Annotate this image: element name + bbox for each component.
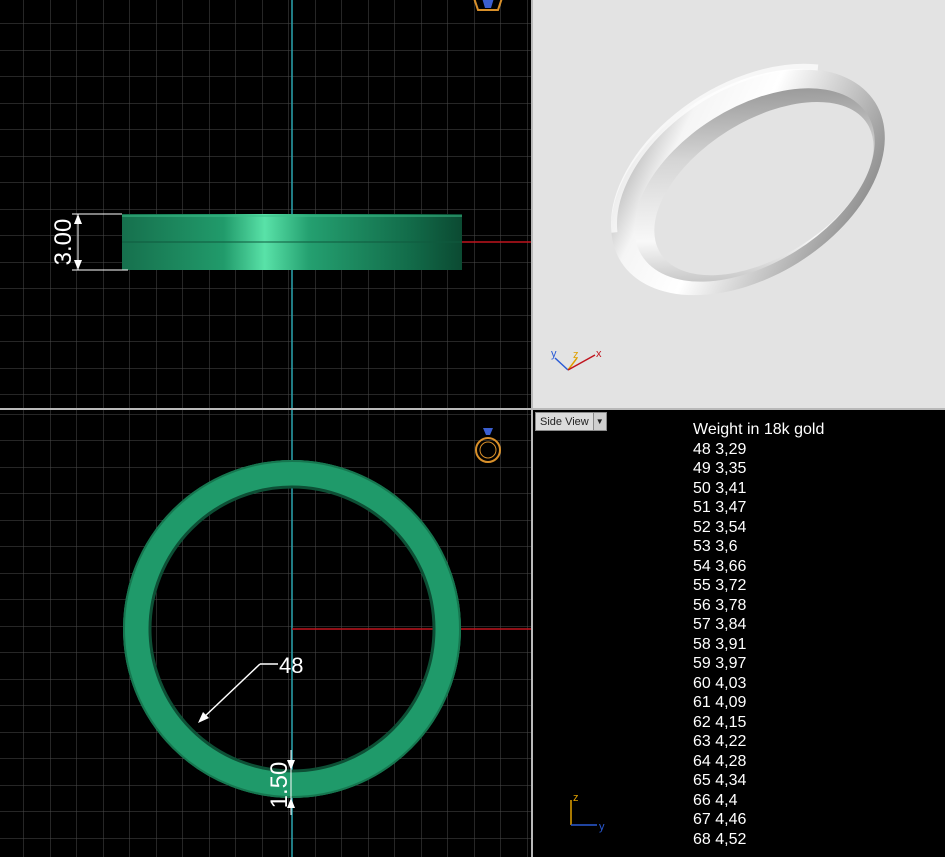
svg-text:y: y bbox=[599, 821, 605, 833]
front-viewport[interactable]: 3.00 bbox=[0, 0, 531, 408]
svg-text:z: z bbox=[573, 349, 579, 361]
svg-text:x: x bbox=[596, 348, 602, 360]
svg-text:y: y bbox=[551, 348, 557, 360]
view-cube-icon[interactable] bbox=[0, 0, 531, 408]
perspective-axis-gizmo: y z x bbox=[551, 348, 602, 371]
top-viewport[interactable]: 48 1.50 bbox=[0, 410, 531, 857]
viewport-splitter-vertical[interactable] bbox=[531, 0, 533, 857]
svg-text:z: z bbox=[573, 792, 579, 804]
viewport-splitter-horizontal[interactable] bbox=[0, 408, 945, 410]
side-axis-gizmo: z y bbox=[570, 792, 605, 833]
side-viewport[interactable]: Side View ▼ Weight in 18k gold 48 3,29 4… bbox=[533, 410, 945, 857]
ring-preview-icon[interactable] bbox=[0, 410, 531, 857]
perspective-viewport[interactable]: y z x bbox=[533, 0, 945, 408]
